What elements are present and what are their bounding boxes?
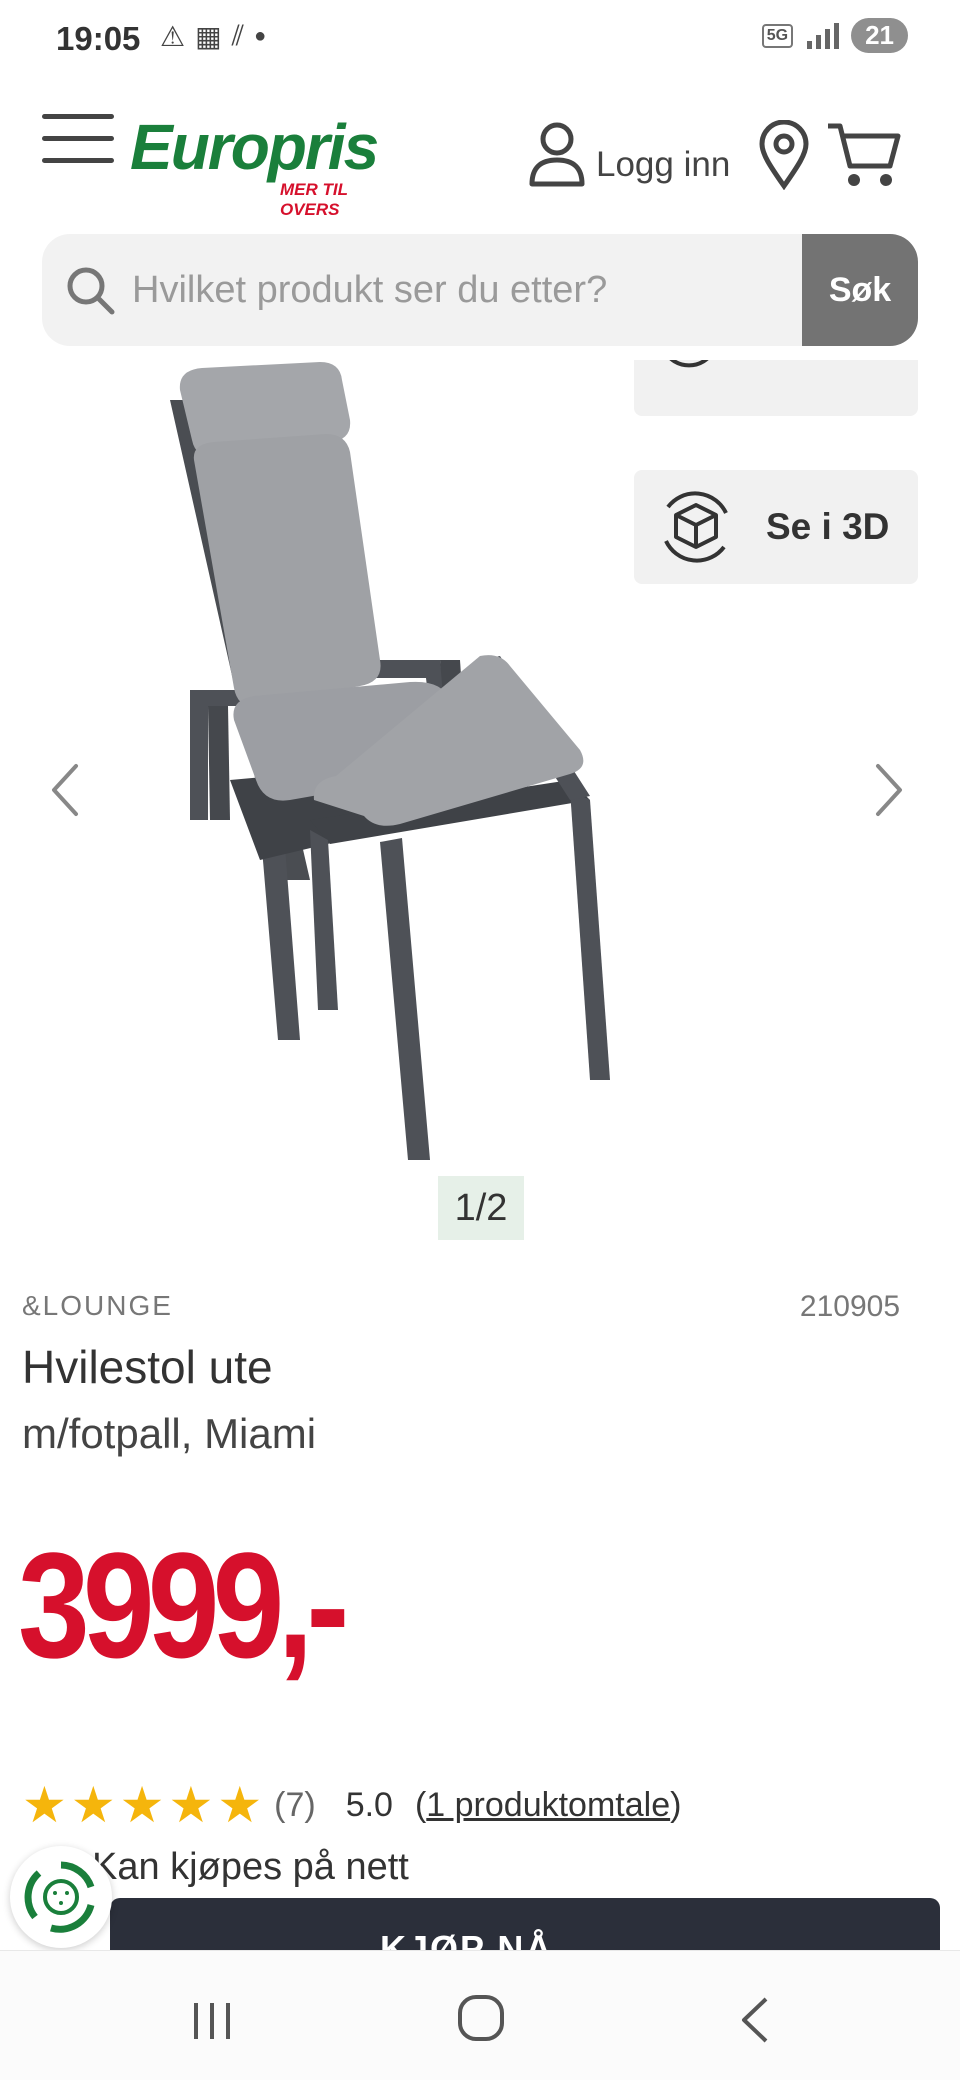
product-sku: 210905 xyxy=(799,1290,900,1323)
menu-icon[interactable] xyxy=(42,114,114,166)
logo-tagline: MER TIL OVERS xyxy=(280,180,348,219)
product-price: 3999,- xyxy=(18,1521,349,1689)
recent-apps-icon[interactable] xyxy=(190,1999,234,2043)
view-in-ar-label: Se i AR xyxy=(752,360,880,368)
star-icon: ★ xyxy=(217,1777,263,1833)
view-in-3d-button[interactable]: Se i 3D xyxy=(634,470,918,584)
recycle-icon[interactable] xyxy=(10,1846,112,1948)
cart-icon[interactable] xyxy=(826,120,902,190)
android-nav-bar xyxy=(0,1950,960,2080)
user-icon xyxy=(529,122,585,187)
calendar-icon: ▦ xyxy=(195,21,222,52)
login-label: Logg inn xyxy=(596,145,731,184)
warning-icon: ⚠ xyxy=(160,21,186,52)
view-in-ar-button[interactable]: Se i AR xyxy=(634,360,918,416)
data-icon: ⫽ xyxy=(231,20,245,51)
reviews-link-label: 1 produktomtale xyxy=(426,1785,671,1824)
search-bar: Søk xyxy=(42,234,918,346)
system-indicators: 5G 21 xyxy=(761,18,908,53)
signal-icon xyxy=(807,22,840,49)
search-input[interactable] xyxy=(132,234,832,346)
europris-logo[interactable]: Europris MER TIL OVERS xyxy=(130,110,400,219)
star-icon: ★ xyxy=(70,1777,116,1833)
reviews-link[interactable]: (1 produktomtale) xyxy=(415,1786,681,1825)
rating-row: ★ ★ ★ ★ ★ (7) 5.0 (1 produktomtale) xyxy=(22,1780,681,1830)
store-locator-icon[interactable] xyxy=(758,120,810,190)
view-in-3d-label: Se i 3D xyxy=(766,506,890,547)
cube-3d-icon xyxy=(664,491,728,563)
image-counter: 1/2 xyxy=(438,1176,524,1240)
status-bar: 19:05 ⚠ ▦ ⫽ ● 5G 21 xyxy=(0,0,960,82)
login-button[interactable]: Logg inn xyxy=(528,120,730,188)
site-header: Europris MER TIL OVERS Logg inn xyxy=(0,100,960,220)
product-subtitle: m/fotpall, Miami xyxy=(22,1410,317,1457)
chevron-left-icon[interactable] xyxy=(46,760,86,820)
logo-wordmark: Europris xyxy=(130,111,379,183)
buy-online-availability: Kan kjøpes på nett xyxy=(92,1846,409,1888)
network-badge: 5G xyxy=(761,23,794,48)
rating-count: (7) xyxy=(274,1785,316,1824)
search-icon xyxy=(67,267,115,315)
product-gallery: Se i AR Se i 3D 1/2 xyxy=(0,360,960,1260)
star-icon: ★ xyxy=(168,1777,214,1833)
search-button[interactable]: Søk xyxy=(802,234,918,346)
battery-indicator: 21 xyxy=(851,18,908,53)
home-icon[interactable] xyxy=(456,1993,506,2043)
notification-icons: ⚠ ▦ ⫽ ● xyxy=(160,20,266,53)
status-time: 19:05 xyxy=(56,20,141,57)
chevron-right-icon[interactable] xyxy=(868,760,908,820)
star-rating: ★ ★ ★ ★ ★ xyxy=(22,1780,262,1830)
ar-icon xyxy=(669,360,709,368)
product-title: Hvilestol ute xyxy=(22,1341,273,1393)
star-icon: ★ xyxy=(119,1777,165,1833)
star-icon: ★ xyxy=(22,1777,67,1833)
dot-icon: ● xyxy=(254,25,267,47)
rating-score: 5.0 xyxy=(345,1785,393,1824)
back-icon[interactable] xyxy=(736,1995,772,2045)
product-brand: &LOUNGE xyxy=(22,1290,173,1321)
